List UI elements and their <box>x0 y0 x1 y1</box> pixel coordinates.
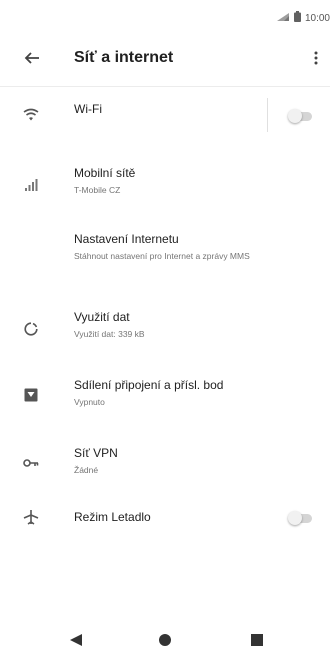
list-item-vpn[interactable]: Síť VPN Žádné <box>0 440 330 488</box>
airplane-icon <box>18 504 44 530</box>
status-icons: 10:00 <box>276 11 330 25</box>
nav-home-button[interactable] <box>153 630 177 654</box>
wifi-title: Wi-Fi <box>74 102 102 116</box>
hotspot-icon <box>18 382 44 408</box>
status-bar: 10:00 <box>0 0 330 34</box>
data-usage-subtitle: Využití dat: 339 kB <box>74 329 145 339</box>
airplane-mode-toggle[interactable] <box>288 511 314 525</box>
list-item-internet-settings[interactable]: Nastavení Internetu Stáhnout nastavení p… <box>0 226 330 288</box>
airplane-mode-title: Režim Letadlo <box>74 510 151 524</box>
battery-icon <box>293 11 301 25</box>
hotspot-title: Sdílení připojení a přísl. bod <box>74 378 224 392</box>
mobile-networks-title: Mobilní sítě <box>74 166 136 180</box>
signal-icon <box>276 12 290 25</box>
more-options-button[interactable] <box>308 48 324 72</box>
wifi-toggle[interactable] <box>288 109 314 123</box>
wifi-icon <box>18 102 44 128</box>
vpn-title: Síť VPN <box>74 446 118 460</box>
page-title: Síť a internet <box>74 49 174 66</box>
app-bar: Síť a internet <box>0 34 330 86</box>
wifi-separator <box>267 98 268 132</box>
internet-settings-subtitle: Stáhnout nastavení pro Internet a zprávy… <box>74 251 250 261</box>
back-triangle-icon <box>69 633 83 652</box>
arrow-back-icon <box>24 50 40 71</box>
nav-recents-button[interactable] <box>245 630 269 654</box>
vpn-subtitle: Žádné <box>74 465 99 475</box>
cell-signal-icon <box>18 172 44 198</box>
status-time: 10:00 <box>304 12 330 24</box>
recents-square-icon <box>251 633 263 651</box>
list-item-mobile-networks[interactable]: Mobilní sítě T-Mobile CZ <box>0 160 330 210</box>
list-item-data-usage[interactable]: Využití dat Využití dat: 339 kB <box>0 304 330 352</box>
vpn-key-icon <box>18 450 44 476</box>
hotspot-subtitle: Vypnuto <box>74 397 105 407</box>
list-item-airplane-mode[interactable]: Režim Letadlo <box>0 500 330 540</box>
more-vert-icon <box>314 51 318 70</box>
mobile-networks-subtitle: T-Mobile CZ <box>74 185 121 195</box>
internet-settings-title: Nastavení Internetu <box>74 232 179 246</box>
data-usage-icon <box>18 316 44 342</box>
list-item-hotspot[interactable]: Sdílení připojení a přísl. bod Vypnuto <box>0 372 330 420</box>
home-circle-icon <box>158 633 172 652</box>
navigation-bar <box>0 616 330 668</box>
app-bar-divider <box>0 86 330 87</box>
list-item-wifi[interactable]: Wi-Fi <box>0 92 330 140</box>
nav-back-button[interactable] <box>64 630 88 654</box>
data-usage-title: Využití dat <box>74 310 130 324</box>
back-button[interactable] <box>20 48 44 72</box>
